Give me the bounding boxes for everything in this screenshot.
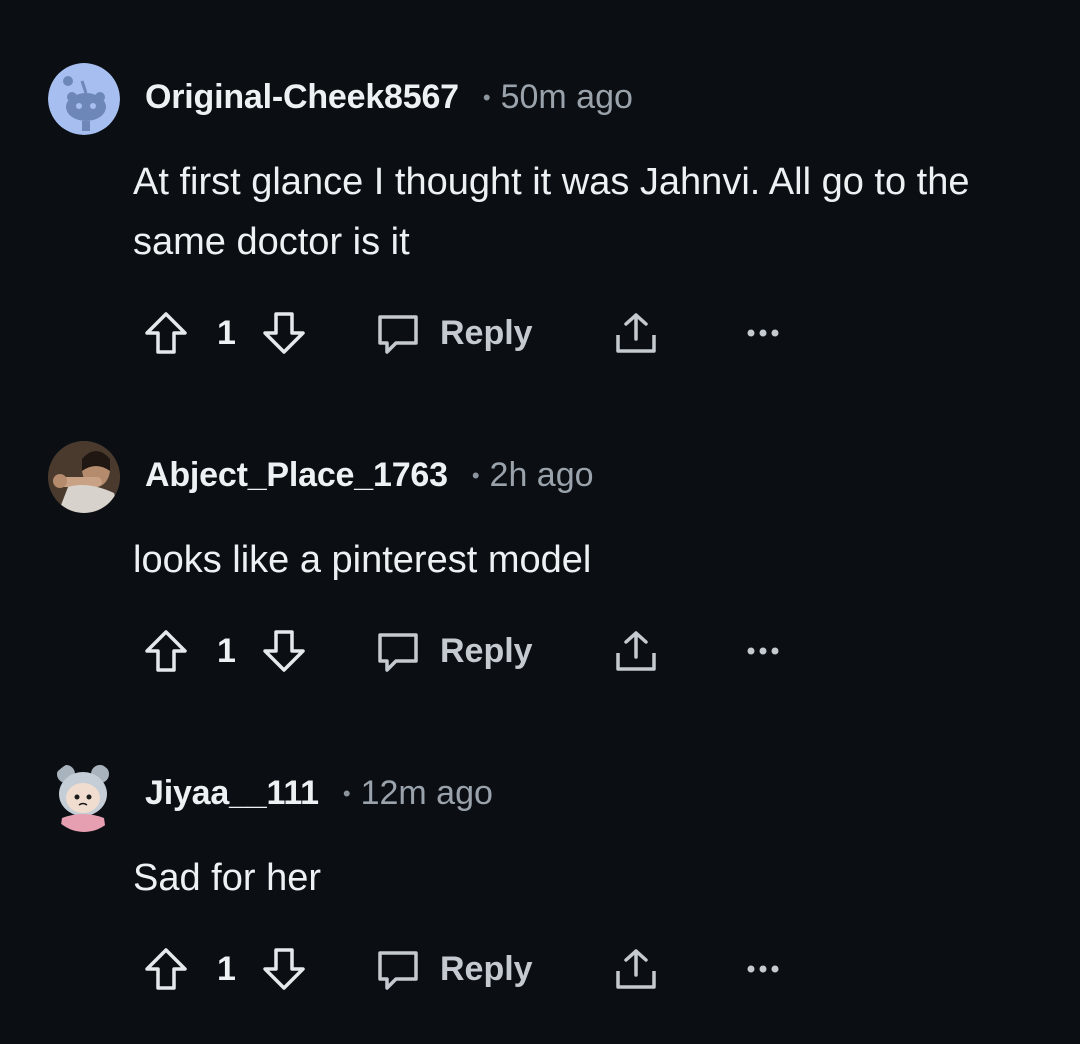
- vote-score: 1: [217, 949, 236, 988]
- photo-avatar-icon: [48, 441, 120, 513]
- reply-label: Reply: [440, 631, 533, 670]
- share-icon: [616, 949, 656, 989]
- comment-actions: 1 Reply: [142, 621, 842, 681]
- more-options-icon: [747, 647, 779, 655]
- comment-actions: 1 Reply: [142, 939, 842, 999]
- share-button[interactable]: [612, 621, 660, 681]
- speech-bubble-icon: [378, 951, 418, 990]
- upvote-arrow-icon: [145, 630, 187, 672]
- timestamp: 12m ago: [360, 774, 493, 812]
- upvote-button[interactable]: [142, 621, 190, 681]
- timestamp: 2h ago: [489, 456, 594, 494]
- speech-bubble-icon: [378, 315, 418, 354]
- username[interactable]: Jiyaa__111: [145, 774, 319, 813]
- more-options-icon: [747, 965, 779, 973]
- downvote-arrow-icon: [263, 312, 305, 354]
- reply-button[interactable]: Reply: [374, 303, 533, 363]
- upvote-button[interactable]: [142, 939, 190, 999]
- separator-dot: •: [342, 780, 351, 806]
- comment-body: looks like a pinterest model: [133, 539, 592, 581]
- speech-bubble-icon: [378, 633, 418, 672]
- author-line: Jiyaa__111 • 12m ago: [145, 774, 493, 813]
- upvote-button[interactable]: [142, 303, 190, 363]
- author-line: Original-Cheek8567 • 50m ago: [145, 78, 633, 117]
- cartoon-avatar-icon: [48, 760, 120, 832]
- snoo-avatar-icon: [48, 63, 120, 135]
- separator-dot: •: [482, 84, 491, 110]
- avatar[interactable]: [48, 441, 120, 513]
- share-icon: [616, 631, 656, 671]
- comment-actions: 1 Reply: [142, 303, 842, 363]
- share-button[interactable]: [612, 303, 660, 363]
- username[interactable]: Abject_Place_1763: [145, 456, 448, 495]
- more-options-button[interactable]: [745, 621, 781, 681]
- comment-body: At first glance I thought it was Jahnvi.…: [133, 161, 970, 263]
- share-button[interactable]: [612, 939, 660, 999]
- downvote-button[interactable]: [260, 939, 308, 999]
- author-line: Abject_Place_1763 • 2h ago: [145, 456, 594, 495]
- reply-button[interactable]: Reply: [374, 621, 533, 681]
- timestamp: 50m ago: [500, 78, 633, 116]
- share-icon: [616, 313, 656, 353]
- upvote-arrow-icon: [145, 312, 187, 354]
- reply-label: Reply: [440, 949, 533, 988]
- downvote-arrow-icon: [263, 630, 305, 672]
- comment-body: Sad for her: [133, 857, 321, 899]
- username[interactable]: Original-Cheek8567: [145, 78, 459, 117]
- downvote-button[interactable]: [260, 621, 308, 681]
- vote-score: 1: [217, 631, 236, 670]
- reply-label: Reply: [440, 313, 533, 352]
- downvote-button[interactable]: [260, 303, 308, 363]
- more-options-icon: [747, 329, 779, 337]
- downvote-arrow-icon: [263, 948, 305, 990]
- vote-score: 1: [217, 313, 236, 352]
- avatar[interactable]: [48, 760, 120, 832]
- separator-dot: •: [471, 462, 480, 488]
- more-options-button[interactable]: [745, 303, 781, 363]
- more-options-button[interactable]: [745, 939, 781, 999]
- reply-button[interactable]: Reply: [374, 939, 533, 999]
- upvote-arrow-icon: [145, 948, 187, 990]
- avatar[interactable]: [48, 63, 120, 135]
